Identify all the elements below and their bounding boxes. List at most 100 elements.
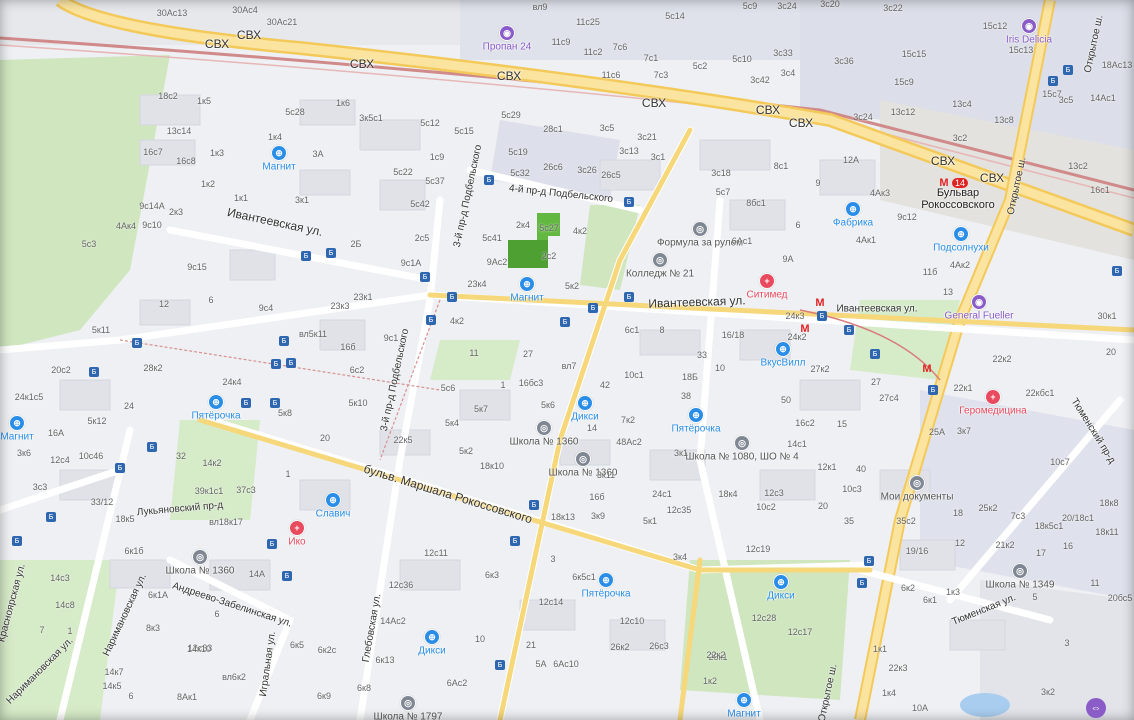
- bus-stop-icon[interactable]: Б: [89, 367, 99, 377]
- bus-stop-icon[interactable]: Б: [241, 398, 251, 408]
- bus-stop-icon[interactable]: Б: [447, 292, 457, 302]
- poi-label[interactable]: Формула за рулем: [657, 238, 743, 249]
- poi-label[interactable]: Школа № 1360: [510, 437, 579, 448]
- pyaterochka-poi-icon[interactable]: ⊕: [598, 572, 614, 588]
- shop-poi-icon[interactable]: ⊕: [845, 201, 861, 217]
- poi-label[interactable]: Ситимед: [746, 290, 787, 301]
- bus-stop-icon[interactable]: Б: [286, 358, 296, 368]
- bus-stop-icon[interactable]: Б: [326, 248, 336, 258]
- bus-stop-icon[interactable]: Б: [870, 349, 880, 359]
- building-number-label: 3с26: [577, 165, 597, 175]
- map-canvas[interactable]: СВХ СВХ СВХ СВХ СВХ СВХ СВХ СВХ СВХ Иван…: [0, 0, 1134, 720]
- bus-stop-icon[interactable]: Б: [46, 512, 56, 522]
- bus-stop-icon[interactable]: Б: [510, 536, 520, 546]
- bus-stop-icon[interactable]: Б: [817, 311, 827, 321]
- poi-label[interactable]: Славич: [316, 509, 351, 520]
- fuel-poi-icon[interactable]: ◉: [1021, 18, 1037, 34]
- magnit-poi-icon[interactable]: ⊕: [519, 276, 535, 292]
- poi-label[interactable]: Колледж № 21: [626, 269, 694, 280]
- bus-stop-icon[interactable]: Б: [624, 197, 634, 207]
- medical-poi-icon[interactable]: +: [289, 520, 305, 536]
- bus-stop-icon[interactable]: Б: [301, 251, 311, 261]
- school-poi-icon[interactable]: ◎: [909, 475, 925, 491]
- bus-stop-icon[interactable]: Б: [279, 336, 289, 346]
- building-number-label: 3А: [312, 149, 324, 159]
- poi-label[interactable]: Школа № 1349: [986, 580, 1055, 591]
- poi-label[interactable]: Магнит: [262, 162, 295, 173]
- bus-stop-icon[interactable]: Б: [588, 303, 598, 313]
- building-number-label: 24к1с5: [14, 392, 44, 402]
- map-control-button[interactable]: ⇔: [1086, 698, 1106, 718]
- bus-stop-icon[interactable]: Б: [529, 500, 539, 510]
- bus-stop-icon[interactable]: Б: [271, 359, 281, 369]
- bus-stop-icon[interactable]: Б: [1063, 65, 1073, 75]
- metro-icon[interactable]: М: [815, 297, 824, 309]
- poi-label[interactable]: Пропан 24: [483, 42, 532, 53]
- school-poi-icon[interactable]: ◎: [575, 451, 591, 467]
- shop-poi-icon[interactable]: ⊕: [775, 341, 791, 357]
- poi-label[interactable]: Мои документы: [881, 492, 954, 503]
- dixi-poi-icon[interactable]: ⊕: [424, 629, 440, 645]
- metro-icon[interactable]: М: [922, 363, 931, 375]
- magnit-poi-icon[interactable]: ⊕: [9, 415, 25, 431]
- bus-stop-icon[interactable]: Б: [864, 556, 874, 566]
- bus-stop-icon[interactable]: Б: [132, 338, 142, 348]
- bus-stop-icon[interactable]: Б: [147, 442, 157, 452]
- poi-label[interactable]: Пятёрочка: [671, 424, 720, 435]
- school-poi-icon[interactable]: ◎: [652, 252, 668, 268]
- medical-poi-icon[interactable]: +: [759, 273, 775, 289]
- bus-stop-icon[interactable]: Б: [420, 272, 430, 282]
- poi-label[interactable]: Дикси: [418, 646, 445, 657]
- school-poi-icon[interactable]: ◎: [734, 435, 750, 451]
- pyaterochka-poi-icon[interactable]: ⊕: [688, 407, 704, 423]
- poi-label[interactable]: Iris Delicia: [1006, 35, 1052, 46]
- pyaterochka-poi-icon[interactable]: ⊕: [208, 394, 224, 410]
- metro-station-label[interactable]: Бульвар Рокоссовского: [913, 187, 1003, 211]
- bus-stop-icon[interactable]: Б: [484, 175, 494, 185]
- bus-stop-icon[interactable]: Б: [495, 660, 505, 670]
- poi-label[interactable]: Школа № 1360: [166, 566, 235, 577]
- medical-poi-icon[interactable]: +: [985, 389, 1001, 405]
- school-poi-icon[interactable]: ◎: [192, 549, 208, 565]
- magnit-poi-icon[interactable]: ⊕: [271, 145, 287, 161]
- bus-stop-icon[interactable]: Б: [115, 463, 125, 473]
- bus-stop-icon[interactable]: Б: [12, 536, 22, 546]
- poi-label[interactable]: General Fueller: [945, 311, 1014, 322]
- magnit-poi-icon[interactable]: ⊕: [736, 692, 752, 708]
- school-poi-icon[interactable]: ◎: [400, 695, 416, 711]
- bus-stop-icon[interactable]: Б: [426, 315, 436, 325]
- shop-poi-icon[interactable]: ⊕: [953, 226, 969, 242]
- fuel-poi-icon[interactable]: ◉: [971, 294, 987, 310]
- bus-stop-icon[interactable]: Б: [928, 385, 938, 395]
- poi-label[interactable]: Подсолнухи: [933, 243, 989, 254]
- bus-stop-icon[interactable]: Б: [624, 292, 634, 302]
- poi-label[interactable]: Геромедицина: [959, 406, 1026, 417]
- poi-label[interactable]: Пятёрочка: [191, 411, 240, 422]
- dixi-poi-icon[interactable]: ⊕: [773, 574, 789, 590]
- bus-stop-icon[interactable]: Б: [844, 325, 854, 335]
- poi-label[interactable]: Фабрика: [833, 218, 873, 229]
- dixi-poi-icon[interactable]: ⊕: [577, 395, 593, 411]
- poi-label[interactable]: Дикси: [571, 412, 598, 423]
- poi-label[interactable]: Магнит: [510, 293, 543, 304]
- shop-poi-icon[interactable]: ⊕: [325, 492, 341, 508]
- bus-stop-icon[interactable]: Б: [282, 571, 292, 581]
- bus-stop-icon[interactable]: Б: [270, 398, 280, 408]
- poi-label[interactable]: Дикси: [767, 591, 794, 602]
- poi-label[interactable]: ВкусВилл: [761, 358, 806, 369]
- bus-stop-icon[interactable]: Б: [857, 578, 867, 588]
- school-poi-icon[interactable]: ◎: [536, 420, 552, 436]
- fuel-poi-icon[interactable]: ◉: [499, 25, 515, 41]
- bus-stop-icon[interactable]: Б: [1048, 76, 1058, 86]
- bus-stop-icon[interactable]: Б: [560, 317, 570, 327]
- poi-label[interactable]: Школа № 1797: [374, 712, 443, 720]
- poi-label[interactable]: Ико: [288, 537, 305, 548]
- bus-stop-icon[interactable]: Б: [267, 539, 277, 549]
- bus-stop-icon[interactable]: Б: [1112, 266, 1122, 276]
- school-poi-icon[interactable]: ◎: [692, 221, 708, 237]
- poi-label[interactable]: Магнит: [0, 432, 33, 443]
- poi-label[interactable]: Школа № 1080, ШО № 4: [685, 452, 798, 463]
- school-poi-icon[interactable]: ◎: [1012, 563, 1028, 579]
- poi-label[interactable]: Пятёрочка: [581, 589, 630, 600]
- poi-label[interactable]: Магнит: [727, 709, 760, 720]
